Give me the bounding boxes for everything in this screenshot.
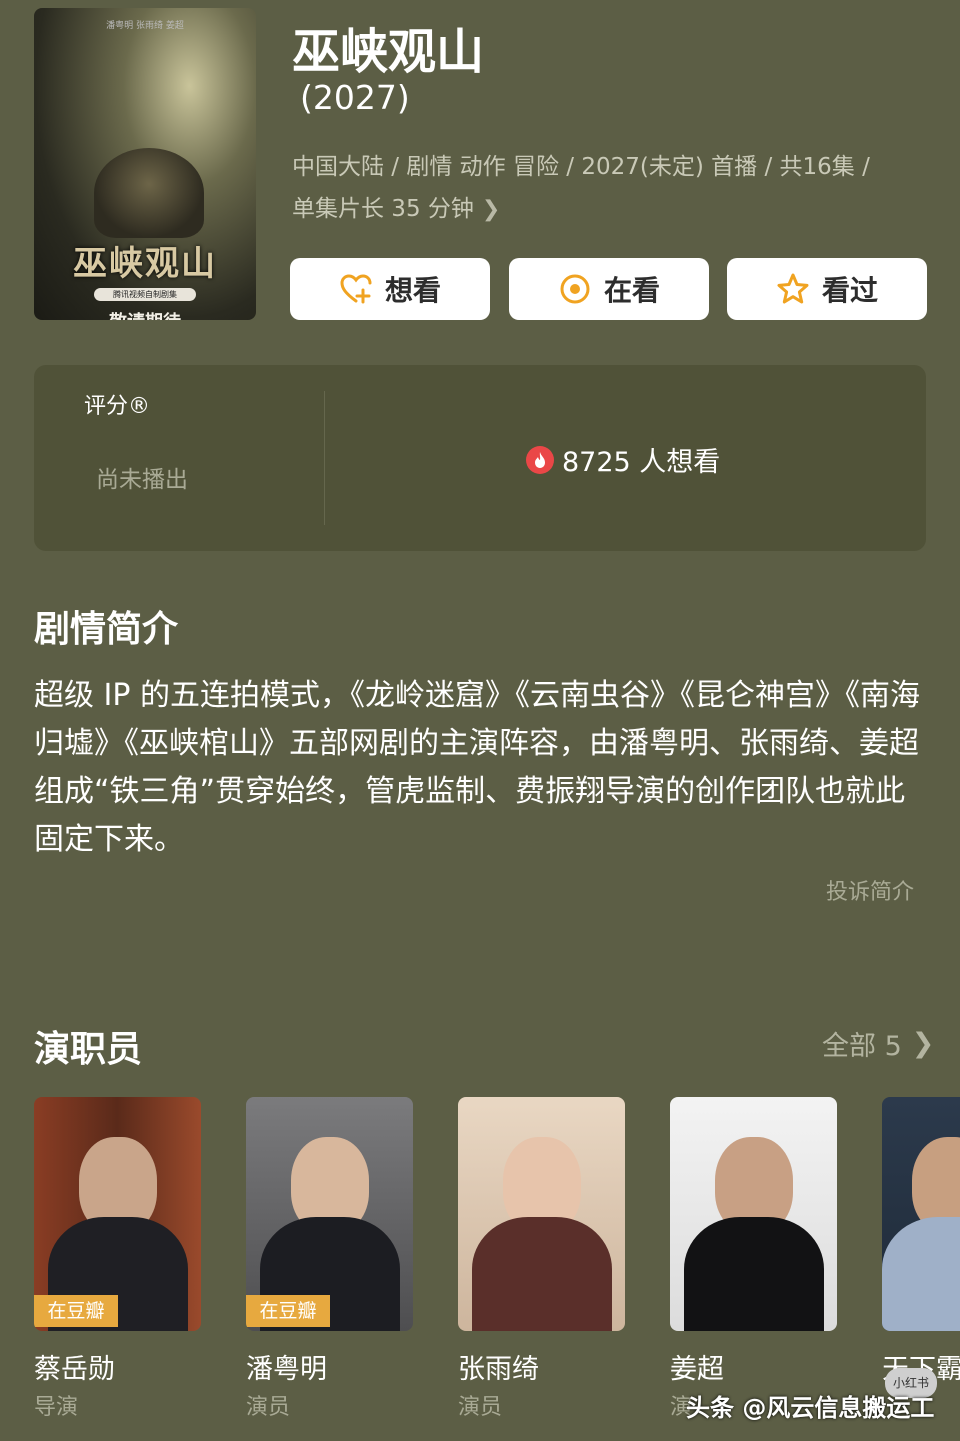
cast-photo: 在豆瓣 [246, 1097, 413, 1331]
cast-name: 蔡岳勋 [34, 1354, 115, 1385]
cast-card[interactable]: 姜超 演 [670, 1097, 837, 1420]
want-button[interactable]: 想看 [290, 258, 490, 320]
cast-card[interactable]: 张雨绮 演员 [458, 1097, 625, 1420]
want-count: 8725 人想看 [526, 440, 720, 479]
cast-photo [458, 1097, 625, 1331]
cast-role: 演员 [246, 1395, 291, 1420]
cast-heading: 演职员 [34, 1029, 143, 1070]
rating-label[interactable]: 评分® [84, 388, 150, 420]
rating-status: 尚未播出 [96, 467, 188, 493]
watched-button[interactable]: 看过 [727, 258, 927, 320]
target-icon [560, 274, 590, 304]
poster-credits: 潘粤明 张雨绮 姜超 [106, 21, 184, 31]
cast-photo [670, 1097, 837, 1331]
watched-button-label: 看过 [821, 274, 878, 307]
douban-tag: 在豆瓣 [34, 1295, 118, 1327]
poster-subtitle: 敬请期待 [34, 308, 256, 320]
cast-photo [882, 1097, 960, 1331]
watching-button[interactable]: 在看 [509, 258, 709, 320]
poster-image[interactable]: 潘粤明 张雨绮 姜超 巫峡观山 腾讯视频自制剧集 敬请期待 [34, 8, 256, 320]
want-count-text: 8725 人想看 [562, 447, 721, 478]
view-all-cast-link[interactable]: 全部 5 ❯ [822, 1024, 934, 1063]
heart-plus-icon [340, 274, 372, 304]
chevron-right-icon: ❯ [911, 1028, 935, 1059]
cast-card[interactable]: 在豆瓣 蔡岳勋 导演 [34, 1097, 201, 1420]
watermark: 头条 @风云信息搬运工 [686, 1394, 935, 1422]
meta-line-1: 中国大陆 / 剧情 动作 冒险 / 2027(未定) 首播 / 共16集 / [292, 154, 870, 180]
page-title: 巫峡观山 [292, 24, 485, 80]
chevron-right-icon: ❯ [481, 197, 501, 222]
cast-name: 张雨绮 [458, 1354, 539, 1385]
cast-photo: 在豆瓣 [34, 1097, 201, 1331]
synopsis-heading: 剧情简介 [34, 609, 179, 650]
flame-icon [526, 445, 554, 474]
cast-card[interactable]: 在豆瓣 潘粤明 演员 [246, 1097, 413, 1420]
show-meta[interactable]: 中国大陆 / 剧情 动作 冒险 / 2027(未定) 首播 / 共16集 / 单… [292, 146, 922, 231]
synopsis-body[interactable]: 超级 IP 的五连拍模式，《龙岭迷窟》《云南虫谷》《昆仑神宫》《南海归墟》《巫峡… [34, 672, 924, 864]
douban-tag: 在豆瓣 [246, 1295, 330, 1327]
cast-name: 姜超 [670, 1354, 724, 1385]
view-all-label: 全部 5 [822, 1031, 902, 1062]
poster-badge: 腾讯视频自制剧集 [94, 288, 196, 301]
meta-line-2-text: 单集片长 35 分钟 [292, 196, 474, 222]
cast-name: 潘粤明 [246, 1354, 327, 1385]
poster-artwork [94, 148, 204, 238]
meta-line-2: 单集片长 35 分钟 ❯ [292, 188, 922, 231]
report-synopsis-link[interactable]: 投诉简介 [826, 874, 914, 906]
cast-role: 导演 [34, 1395, 79, 1420]
rating-panel [34, 365, 926, 551]
star-icon [777, 273, 809, 304]
cast-role: 演员 [458, 1395, 503, 1420]
watching-button-label: 在看 [603, 274, 660, 307]
panel-divider [324, 391, 325, 525]
want-button-label: 想看 [384, 274, 441, 307]
poster-title: 巫峡观山 [73, 244, 217, 284]
release-year: (2027) [300, 78, 410, 117]
